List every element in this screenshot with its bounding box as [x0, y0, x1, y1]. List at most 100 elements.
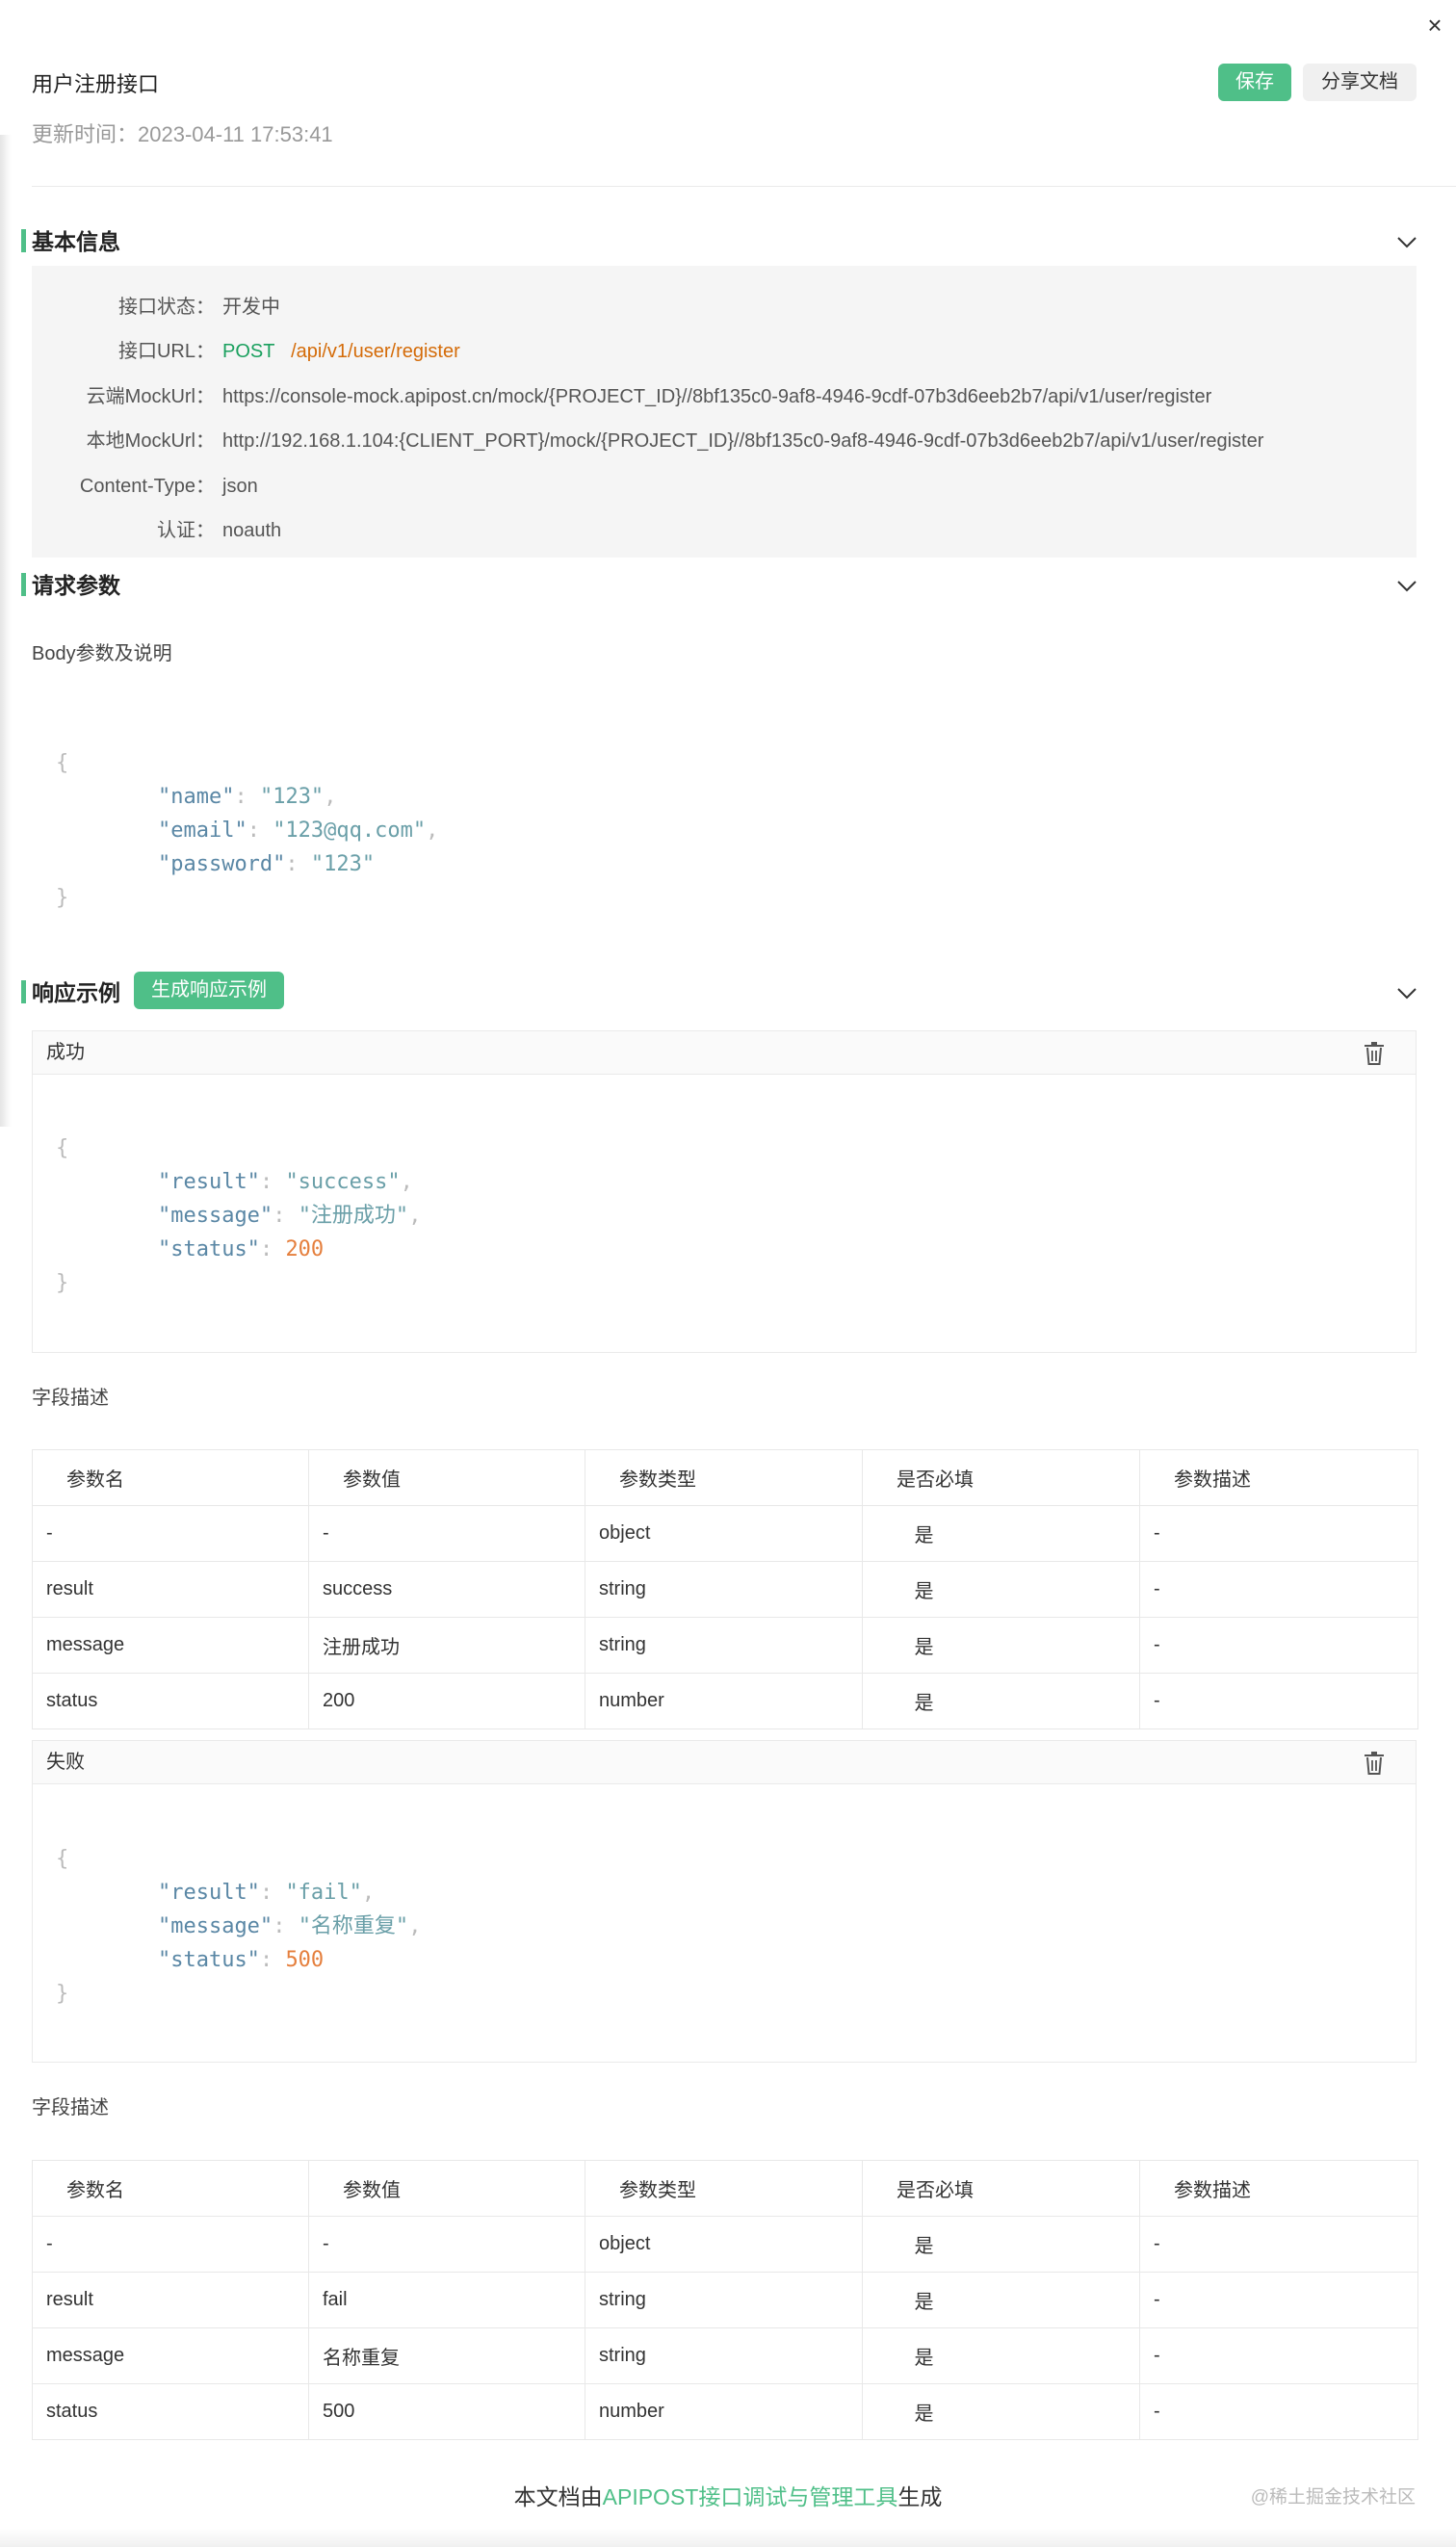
table-cell: - — [1139, 1673, 1418, 1729]
response-example-header: 失败 — [33, 1741, 1416, 1784]
header-divider — [32, 186, 1456, 187]
json-key: "password" — [157, 852, 286, 876]
table-cell: - — [1139, 2216, 1418, 2273]
table-cell: 注册成功 — [308, 1617, 585, 1674]
json-comma: , — [426, 819, 439, 843]
json-line: "result": "fail", — [56, 1881, 375, 1905]
info-row-content-type: Content-Type： json — [32, 467, 1417, 506]
table-cell: 名称重复 — [308, 2327, 585, 2384]
info-row-status: 接口状态： 开发中 — [32, 288, 1417, 326]
basic-info-panel: 接口状态： 开发中 接口URL： POST /api/v1/user/regis… — [32, 266, 1417, 558]
table-cell: - — [1139, 1561, 1418, 1618]
table-cell: 是 — [862, 2272, 1140, 2328]
json-value: "success" — [285, 1170, 401, 1194]
table-row: result fail string 是 - — [32, 2272, 1418, 2328]
chevron-down-icon[interactable] — [1396, 231, 1417, 252]
table-header-row: 参数名 参数值 参数类型 是否必填 参数描述 — [32, 1449, 1418, 1506]
table-cell: object — [585, 2216, 863, 2273]
table-cell: 500 — [308, 2383, 585, 2440]
json-key: "email" — [157, 819, 247, 843]
info-row-cloud-mock: 云端MockUrl： https://console-mock.apipost.… — [32, 377, 1417, 416]
table-row: result success string 是 - — [32, 1561, 1418, 1618]
json-line: "password": "123" — [56, 852, 375, 876]
json-comma: , — [361, 1881, 376, 1905]
info-row-url: 接口URL： POST /api/v1/user/register — [32, 332, 1417, 371]
response-example-json: { "result": "success", "message": "注册成功"… — [56, 1136, 422, 1295]
json-key: "message" — [157, 1914, 273, 1938]
section-response-title: 响应示例 — [32, 980, 120, 1005]
table-cell: success — [308, 1561, 585, 1618]
json-colon: : — [259, 1170, 286, 1194]
json-line: "email": "123@qq.com", — [56, 819, 438, 843]
footer-credit: 本文档由APIPOST接口调试与管理工具生成 — [0, 2479, 1456, 2511]
column-header: 参数描述 — [1139, 2160, 1418, 2217]
local-mock-url[interactable]: http://192.168.1.104:{CLIENT_PORT}/mock/… — [222, 422, 1263, 460]
json-line: "message": "名称重复", — [56, 1914, 421, 1938]
table-cell: status — [32, 1673, 309, 1729]
column-header: 参数描述 — [1139, 1449, 1418, 1506]
json-colon: : — [285, 852, 311, 876]
url-path[interactable]: /api/v1/user/register — [291, 341, 460, 362]
chevron-down-icon[interactable] — [1396, 982, 1417, 1003]
section-accent-bar — [21, 980, 26, 1003]
table-cell: - — [1139, 1505, 1418, 1562]
bottom-shade — [0, 2528, 1456, 2547]
chevron-down-icon[interactable] — [1396, 575, 1417, 596]
json-value: "名称重复" — [298, 1914, 409, 1938]
table-cell: string — [585, 2272, 863, 2328]
json-line: "message": "注册成功", — [56, 1204, 421, 1228]
column-header: 参数类型 — [585, 1449, 863, 1506]
json-line: "status": 200 — [56, 1237, 324, 1261]
cloud-mock-url[interactable]: https://console-mock.apipost.cn/mock/{PR… — [222, 377, 1211, 416]
json-colon: : — [259, 1881, 286, 1905]
table-cell: number — [585, 2383, 863, 2440]
trash-icon[interactable] — [1364, 1752, 1385, 1775]
trash-icon[interactable] — [1364, 1042, 1385, 1065]
info-row-auth: 认证： noauth — [32, 511, 1417, 550]
section-request-params-header[interactable]: 请求参数 — [21, 571, 1417, 600]
json-line: "name": "123", — [56, 785, 336, 809]
json-value: "123@qq.com" — [273, 819, 427, 843]
save-button[interactable]: 保存 — [1218, 64, 1291, 101]
share-doc-button[interactable]: 分享文档 — [1303, 64, 1417, 101]
table-row: - - object 是 - — [32, 1505, 1418, 1562]
url-method: POST — [222, 341, 275, 362]
table-cell: 是 — [862, 2327, 1140, 2384]
json-comma: , — [408, 1914, 422, 1938]
content-type-value: json — [222, 476, 258, 497]
json-value: "123" — [259, 785, 325, 809]
json-colon: : — [234, 785, 260, 809]
table-cell: - — [1139, 2272, 1418, 2328]
section-response-header[interactable]: 响应示例 生成响应示例 — [21, 972, 1417, 1009]
field-desc-table: 参数名 参数值 参数类型 是否必填 参数描述 - - object 是 - result fail s… — [32, 2160, 1418, 2440]
response-example-header: 成功 — [33, 1031, 1416, 1075]
footer-suffix: 生成 — [897, 2484, 943, 2509]
table-row: status 500 number 是 - — [32, 2383, 1418, 2440]
column-header: 是否必填 — [862, 1449, 1140, 1506]
section-basic-info-header[interactable]: 基本信息 — [21, 227, 1417, 256]
url-key: 接口URL： — [117, 341, 215, 362]
column-header: 参数类型 — [585, 2160, 863, 2217]
footer-prefix: 本文档由 — [513, 2484, 603, 2509]
url-value: POST /api/v1/user/register — [222, 332, 460, 371]
table-cell: 是 — [862, 1673, 1140, 1729]
table-row: - - object 是 - — [32, 2216, 1418, 2273]
section-accent-bar — [21, 229, 26, 252]
table-cell: - — [308, 2216, 585, 2273]
status-value: 开发中 — [222, 297, 280, 318]
updated-label: 更新时间： — [32, 122, 139, 146]
footer-tool-link[interactable]: APIPOST接口调试与管理工具 — [603, 2484, 898, 2509]
response-example-json: { "result": "fail", "message": "名称重复", "… — [56, 1847, 422, 2006]
json-value: "123" — [310, 852, 376, 876]
table-cell: result — [32, 2272, 309, 2328]
close-icon[interactable]: × — [1423, 13, 1446, 38]
table-row: status 200 number 是 - — [32, 1673, 1418, 1729]
json-comma: , — [408, 1204, 422, 1228]
json-value: "注册成功" — [298, 1204, 409, 1228]
table-cell: - — [1139, 1617, 1418, 1674]
generate-response-example-button[interactable]: 生成响应示例 — [134, 972, 284, 1009]
table-cell: - — [1139, 2327, 1418, 2384]
table-cell: - — [32, 2216, 309, 2273]
local-mock-key: 本地MockUrl： — [86, 430, 215, 452]
cloud-mock-key: 云端MockUrl： — [86, 386, 215, 407]
